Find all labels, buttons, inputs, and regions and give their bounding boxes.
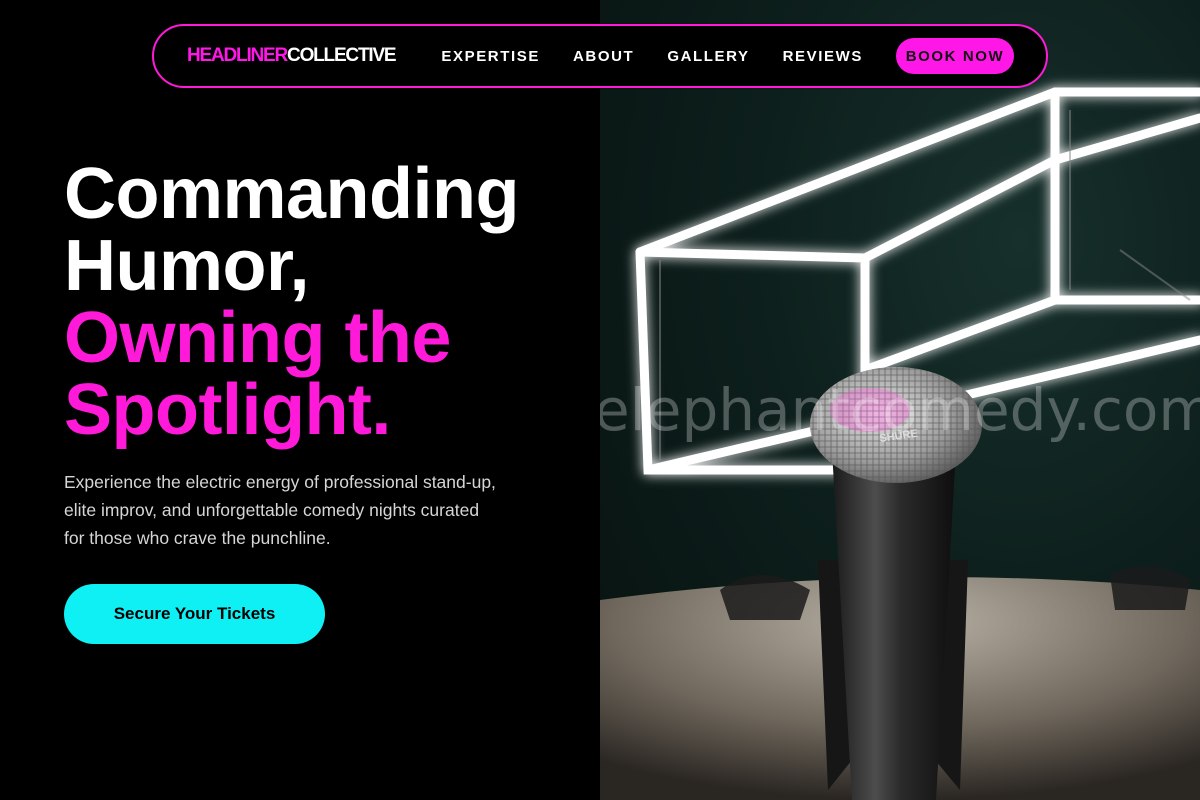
mic-body (832, 450, 956, 800)
brand-part1: HEADLINER (187, 45, 288, 66)
book-now-button[interactable]: BOOK NOW (896, 38, 1014, 74)
nav-link-about[interactable]: ABOUT (573, 48, 634, 65)
hero-title-line1: Commanding (64, 154, 519, 234)
hero-title-line3: Owning the (64, 298, 451, 378)
brand-part2: COLLECTIVE (287, 45, 397, 66)
nav-links: EXPERTISE ABOUT GALLERY REVIEWS (441, 48, 863, 65)
brand-logo[interactable]: HEADLINERCOLLECTIVE (187, 45, 397, 67)
watermark-text: elephantcomedy.com (600, 376, 1200, 444)
hero-title-line4: Spotlight. (64, 370, 391, 450)
hero-title-line2: Humor, (64, 226, 310, 306)
hero-title: Commanding Humor, Owning the Spotlight. (64, 158, 519, 446)
secure-tickets-button[interactable]: Secure Your Tickets (64, 584, 325, 644)
nav-link-expertise[interactable]: EXPERTISE (441, 48, 540, 65)
nav-link-reviews[interactable]: REVIEWS (783, 48, 863, 65)
hero-description: Experience the electric energy of profes… (64, 472, 496, 548)
nav-link-gallery[interactable]: GALLERY (667, 48, 749, 65)
hero-photo-microphone: SHURE elephantcomedy.com (600, 0, 1200, 800)
main-navigation: HEADLINERCOLLECTIVE EXPERTISE ABOUT GALL… (152, 24, 1048, 88)
